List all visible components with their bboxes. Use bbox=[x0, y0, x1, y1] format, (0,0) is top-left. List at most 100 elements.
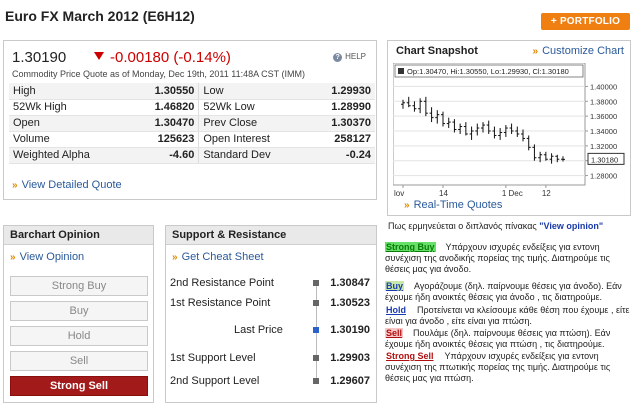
row-label: Prev Close bbox=[198, 115, 307, 132]
level-label: Last Price bbox=[234, 324, 283, 336]
note-text: Προτείνεται να κλείσουμε κάθε θέση που έ… bbox=[385, 305, 630, 326]
y-tick-label: 1.28000 bbox=[590, 172, 617, 181]
row-label: Standard Dev bbox=[198, 147, 307, 164]
chevron-right-icon: » bbox=[404, 200, 410, 211]
price-change: -0.00180 (-0.14%) bbox=[94, 49, 231, 66]
row-value: 1.46820 bbox=[130, 99, 200, 116]
note-sell: Sell Πουλάμε (δηλ. παίρνουμε θέσεις για … bbox=[385, 328, 637, 350]
buy-button[interactable]: Buy bbox=[10, 301, 148, 321]
resistance-row: 2nd Resistance Point 1.30847 bbox=[170, 277, 370, 293]
note-tag: Buy bbox=[385, 281, 405, 291]
note-tag: Sell bbox=[385, 328, 404, 338]
view-opinion-link[interactable]: » View Opinion bbox=[10, 251, 84, 263]
ohlc-readout: Op:1.30470, Hi:1.30550, Lo:1.29930, Cl:1… bbox=[407, 67, 569, 76]
row-label: Volume bbox=[9, 131, 130, 148]
row-value: -0.24 bbox=[306, 147, 375, 164]
last-price-row: Last Price 1.30190 bbox=[170, 324, 370, 340]
chevron-right-icon: » bbox=[12, 180, 18, 191]
row-value: 1.30550 bbox=[130, 83, 200, 100]
sell-button[interactable]: Sell bbox=[10, 351, 148, 371]
view-detailed-quote-link[interactable]: » View Detailed Quote bbox=[12, 179, 122, 191]
row-value: -4.60 bbox=[130, 147, 200, 164]
x-tick-label: lov bbox=[394, 189, 404, 198]
page-title: Euro FX March 2012 (E6H12) bbox=[5, 8, 195, 24]
y-tick-label: 1.38000 bbox=[590, 97, 617, 106]
x-tick-label: 12 bbox=[542, 189, 551, 198]
quote-panel: 1.30190 -0.00180 (-0.14%) ? HELP Commodit… bbox=[3, 40, 377, 200]
resistance-row: 1st Resistance Point 1.30523 bbox=[170, 297, 370, 313]
table-row: Open 1.30470 Prev Close 1.30370 bbox=[9, 115, 375, 132]
real-time-quotes-label: Real-Time Quotes bbox=[413, 199, 503, 211]
note-tag: Strong Buy bbox=[385, 242, 436, 252]
note-buy: Buy Αγοράζουμε (δηλ. παίρνουμε θέσεις γι… bbox=[385, 281, 637, 303]
support-resistance-title: Support & Resistance bbox=[166, 226, 376, 245]
strong-sell-button[interactable]: Strong Sell bbox=[10, 376, 148, 396]
row-label: Open Interest bbox=[198, 131, 307, 148]
y-tick-label: 1.34000 bbox=[590, 127, 617, 136]
note-hold: Hold Προτείνεται να κλείσουμε κάθε θέση … bbox=[385, 305, 637, 327]
table-row: Volume 125623 Open Interest 258127 bbox=[9, 131, 375, 148]
chevron-right-icon: » bbox=[172, 252, 178, 263]
row-label: 52Wk Low bbox=[198, 99, 307, 116]
level-value: 1.29903 bbox=[330, 352, 370, 364]
notes-intro-text: Πως ερμηνεύεται ο διπλανός πίνακας bbox=[388, 221, 537, 231]
help-label: HELP bbox=[345, 52, 366, 61]
price-chart[interactable]: 1.400001.380001.360001.340001.320001.300… bbox=[393, 63, 627, 199]
real-time-quotes-link[interactable]: » Real-Time Quotes bbox=[404, 199, 502, 211]
quote-table: High 1.30550 Low 1.29930 52Wk High 1.468… bbox=[9, 83, 375, 164]
level-value: 1.30847 bbox=[330, 277, 370, 289]
level-label: 2nd Support Level bbox=[170, 375, 260, 387]
level-label: 1st Resistance Point bbox=[170, 297, 271, 309]
view-opinion-label: View Opinion bbox=[19, 251, 85, 263]
row-value: 1.30470 bbox=[130, 115, 200, 132]
customize-chart-label: Customize Chart bbox=[542, 45, 624, 57]
opinion-title: Barchart Opinion bbox=[4, 226, 153, 245]
row-value: 125623 bbox=[130, 131, 200, 148]
notes-intro-link: "View opinion" bbox=[539, 221, 604, 231]
get-cheat-sheet-label: Get Cheat Sheet bbox=[181, 251, 264, 263]
row-value: 1.29930 bbox=[306, 83, 375, 100]
help-icon: ? bbox=[333, 53, 343, 62]
level-value: 1.30523 bbox=[330, 297, 370, 309]
support-resistance-panel: Support & Resistance » Get Cheat Sheet 2n… bbox=[165, 225, 377, 403]
note-tag: Strong Sell bbox=[386, 351, 434, 361]
hold-button[interactable]: Hold bbox=[10, 326, 148, 346]
get-cheat-sheet-link[interactable]: » Get Cheat Sheet bbox=[172, 251, 264, 263]
row-value: 258127 bbox=[306, 131, 375, 148]
table-row: 52Wk High 1.46820 52Wk Low 1.28990 bbox=[9, 99, 375, 116]
add-to-portfolio-button[interactable]: + PORTFOLIO bbox=[541, 13, 630, 30]
level-label: 1st Support Level bbox=[170, 352, 256, 364]
down-arrow-icon bbox=[94, 52, 104, 60]
row-label: Weighted Alpha bbox=[9, 147, 130, 164]
help-button[interactable]: ? HELP bbox=[333, 52, 366, 62]
row-value: 1.30370 bbox=[306, 115, 375, 132]
note-text: Πουλάμε (δηλ. παίρνουμε θέσεις για πτώση… bbox=[385, 328, 611, 349]
row-value: 1.28990 bbox=[306, 99, 375, 116]
chevron-right-icon: » bbox=[532, 46, 539, 57]
strong-buy-button[interactable]: Strong Buy bbox=[10, 276, 148, 296]
level-value: 1.30190 bbox=[330, 324, 370, 336]
series-marker-icon bbox=[398, 68, 404, 74]
price-change-value: -0.00180 (-0.14%) bbox=[110, 49, 231, 66]
x-tick-label: 14 bbox=[439, 189, 448, 198]
chevron-right-icon: » bbox=[10, 252, 16, 263]
last-price-label: 1.30180 bbox=[591, 155, 618, 164]
note-tag: Hold bbox=[386, 305, 406, 315]
note-strong-sell: Strong Sell Υπάρχουν ισχυρές ενδείξεις γ… bbox=[385, 351, 637, 384]
row-label: 52Wk High bbox=[9, 99, 130, 116]
customize-chart-link[interactable]: » Customize Chart bbox=[533, 45, 624, 57]
row-label: Open bbox=[9, 115, 130, 132]
note-text: Αγοράζουμε (δηλ. παίρνουμε θέσεις για άν… bbox=[385, 281, 622, 302]
chart-snapshot-panel: Chart Snapshot » Customize Chart 1.40000 1… bbox=[387, 40, 631, 216]
quote-timestamp: Commodity Price Quote as of Monday, Dec … bbox=[12, 69, 305, 79]
y-tick-label: 1.36000 bbox=[590, 112, 617, 121]
support-row: 2nd Support Level 1.29607 bbox=[170, 375, 370, 391]
notes-intro: Πως ερμηνεύεται ο διπλανός πίνακας "View… bbox=[388, 221, 603, 231]
barchart-opinion-panel: Barchart Opinion » View Opinion Strong Bu… bbox=[3, 225, 154, 403]
chart-title: Chart Snapshot bbox=[396, 45, 478, 57]
y-tick-label: 1.32000 bbox=[590, 142, 617, 151]
support-row: 1st Support Level 1.29903 bbox=[170, 352, 370, 368]
level-label: 2nd Resistance Point bbox=[170, 277, 274, 289]
table-row: High 1.30550 Low 1.29930 bbox=[9, 83, 375, 100]
table-row: Weighted Alpha -4.60 Standard Dev -0.24 bbox=[9, 147, 375, 164]
